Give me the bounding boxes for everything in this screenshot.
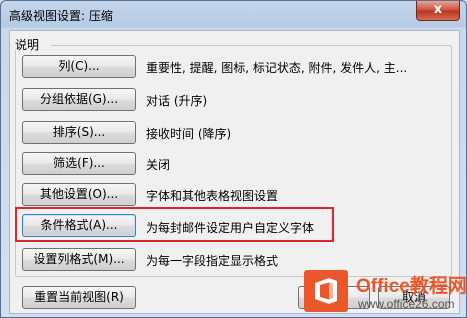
sort-description: 接收时间 (降序) (146, 127, 232, 141)
office-logo-icon (304, 270, 348, 312)
reset-view-button[interactable]: 重置当前视图(R) (22, 286, 136, 309)
sort-button[interactable]: 排序(S)... (22, 121, 136, 144)
filter-description: 关闭 (146, 158, 171, 172)
dialog-window: 高级视图设置: 压缩 x 说明 列(C)... 重要性, 提醒, 图标, 标记状… (0, 0, 467, 318)
filter-button[interactable]: 筛选(F)... (22, 152, 136, 175)
window-title: 高级视图设置: 压缩 (9, 9, 113, 23)
columns-button[interactable]: 列(C)... (22, 55, 136, 78)
watermark-url: www.office26.com (358, 297, 455, 311)
conditional-format-button[interactable]: 条件格式(A)... (22, 214, 136, 237)
watermark: Office教程网 www.office26.com (304, 270, 467, 314)
office-door-icon (315, 278, 337, 304)
watermark-brand: Office教程网 (356, 276, 467, 297)
close-icon[interactable]: x (434, 2, 442, 17)
format-columns-button[interactable]: 设置列格式(M)... (22, 248, 136, 271)
title-bar: 高级视图设置: 压缩 x (1, 1, 466, 29)
close-button[interactable]: x (416, 1, 460, 21)
conditional-format-description: 为每封邮件设定用户自定义字体 (146, 221, 315, 235)
other-settings-description: 字体和其他表格视图设置 (146, 189, 279, 203)
columns-description: 重要性, 提醒, 图标, 标记状态, 附件, 发件人, 主... (146, 61, 408, 75)
format-columns-description: 为每一字段指定显示格式 (146, 254, 279, 268)
group-by-description: 对话 (升序) (146, 94, 208, 108)
other-settings-button[interactable]: 其他设置(O)... (22, 183, 136, 206)
group-by-button[interactable]: 分组依据(G)... (22, 88, 136, 111)
